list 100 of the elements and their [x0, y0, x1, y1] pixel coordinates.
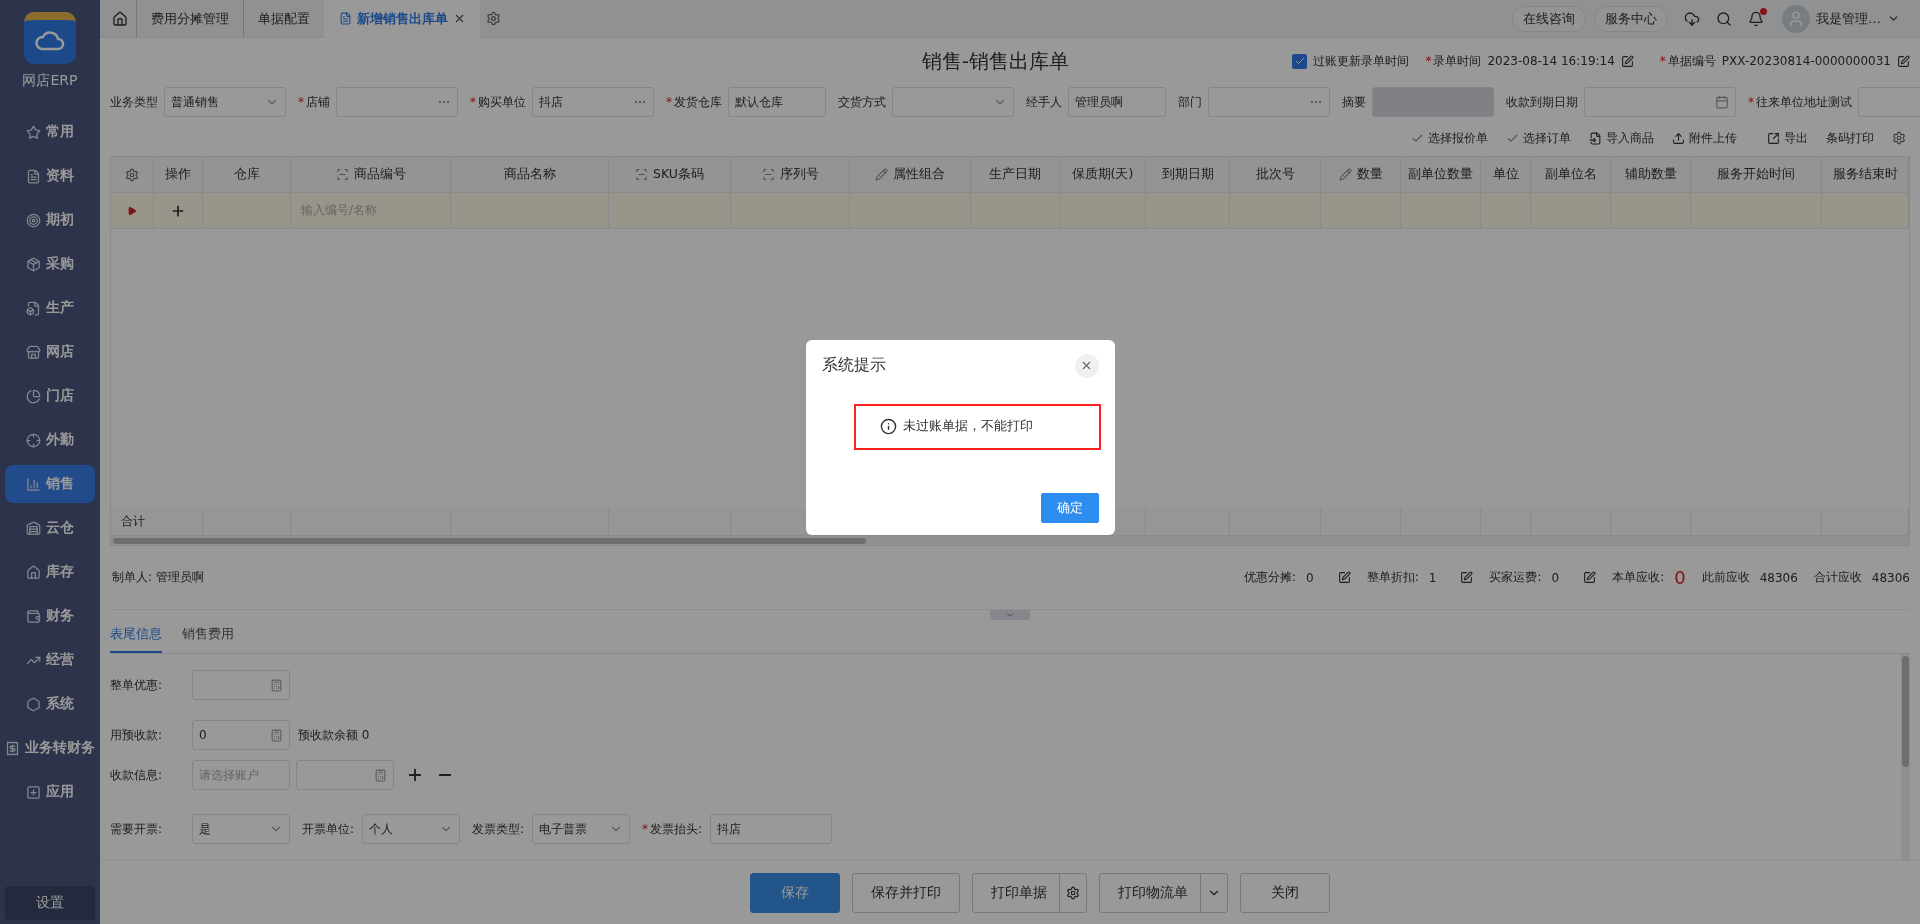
action-button[interactable]: 保存并打印 [852, 872, 960, 913]
summary-value: 0 [1551, 570, 1560, 585]
tab[interactable]: 新增销售出库单 [324, 0, 480, 38]
confirm-button[interactable]: 确定 [1040, 492, 1099, 523]
toolbar-button[interactable]: 导入商品 [1589, 129, 1654, 147]
toolbar-button[interactable]: 选择报价单 [1411, 129, 1488, 147]
column-header: 商品名称 [451, 157, 609, 192]
field-label: 收款信息: [110, 766, 164, 784]
cloud-download-icon[interactable] [1684, 10, 1700, 27]
collapse-handle[interactable] [990, 610, 1030, 620]
input-field[interactable] [1584, 87, 1736, 117]
sidebar-item[interactable]: 库存 [5, 553, 95, 591]
input-field[interactable] [892, 87, 1014, 117]
close-button[interactable] [1074, 353, 1099, 378]
toolbar-button[interactable]: 导出 [1767, 129, 1808, 147]
input-field[interactable]: 电子普票 [532, 814, 631, 844]
action-button[interactable]: 打印物流单 [1099, 872, 1228, 913]
user-name[interactable]: 我是管理… [1816, 9, 1881, 28]
toolbar-button[interactable]: 选择订单 [1506, 129, 1571, 147]
sidebar-item[interactable]: 门店 [5, 377, 95, 415]
settings-icon[interactable] [125, 167, 139, 182]
table-cell: 合计 [111, 508, 203, 535]
toolbar-button[interactable]: 附件上传 [1672, 129, 1737, 147]
tab[interactable]: 销售费用 [182, 625, 234, 653]
toolbar-button[interactable]: 条码打印 [1826, 129, 1874, 147]
sidebar-item[interactable]: 资料 [5, 157, 95, 195]
notification-bell[interactable] [1748, 10, 1764, 27]
sidebar-item[interactable]: 外勤 [5, 421, 95, 459]
header-link[interactable]: 在线咨询 [1512, 5, 1586, 32]
field-label: 经手人 [1026, 93, 1062, 111]
edit-icon[interactable] [1337, 571, 1351, 584]
sidebar-item[interactable]: 系统 [5, 685, 95, 723]
search-icon[interactable] [1716, 10, 1732, 27]
column-header: 服务结束时 [1822, 157, 1909, 192]
column-header: 批次号 [1230, 157, 1321, 192]
column-header: 到期日期 [1146, 157, 1230, 192]
checkbox[interactable] [1292, 53, 1308, 69]
sidebar-item[interactable]: 应用 [5, 773, 95, 811]
required-mark: * [298, 94, 304, 109]
close-icon[interactable] [453, 12, 466, 25]
input-field[interactable]: 管理员啊 [1068, 87, 1166, 117]
field-label: 业务类型 [110, 93, 158, 111]
menu-icon [26, 168, 41, 184]
summary-label: 此前应收 [1701, 569, 1750, 586]
input-field[interactable] [1208, 87, 1330, 117]
action-button[interactable]: 打印单据 [972, 872, 1087, 913]
settings-icon[interactable] [486, 11, 501, 26]
input-field[interactable] [296, 760, 394, 790]
input-field[interactable]: 默认仓库 [728, 87, 826, 117]
tab[interactable]: 费用分摊管理 [136, 0, 243, 38]
sidebar-item[interactable]: 采购 [5, 245, 95, 283]
upload-icon [1672, 131, 1685, 145]
scan-icon [635, 168, 648, 181]
required-mark: * [642, 821, 649, 836]
edit-icon[interactable] [1620, 54, 1634, 68]
tab[interactable]: 表尾信息 [110, 625, 162, 653]
settings-icon[interactable] [1892, 131, 1906, 145]
action-button[interactable]: 关闭 [1240, 872, 1330, 913]
field-label: 发票类型: [472, 820, 525, 838]
field-label: 需要开票: [110, 820, 164, 838]
input-field[interactable]: 是 [192, 814, 290, 844]
sidebar-item[interactable]: 销售 [5, 465, 95, 503]
sidebar-item[interactable]: 财务 [5, 597, 95, 635]
input-field[interactable]: 普通销售 [164, 87, 286, 117]
column-header: 副单位名 [1531, 157, 1611, 192]
vertical-scrollbar[interactable] [1901, 654, 1910, 860]
input-field[interactable]: 抖店 [710, 814, 833, 844]
edit-icon[interactable] [1460, 571, 1474, 584]
settings-button[interactable]: 设置 [5, 886, 95, 920]
add-icon[interactable] [406, 766, 424, 784]
settings-icon[interactable] [1066, 885, 1080, 900]
menu-icon [26, 608, 41, 624]
menu-icon [26, 784, 41, 800]
document-icon [339, 12, 352, 25]
input-field[interactable]: 0 [192, 720, 290, 750]
horizontal-scrollbar[interactable] [111, 536, 1909, 545]
action-button[interactable]: 保存 [750, 872, 840, 913]
summary-label: 优惠分摊: [1244, 569, 1297, 586]
home-icon[interactable] [112, 10, 128, 27]
field-label: 开票单位: [302, 820, 355, 838]
sidebar-item[interactable]: 期初 [5, 201, 95, 239]
input-field[interactable] [336, 87, 458, 117]
sidebar-item[interactable]: 经营 [5, 641, 95, 679]
pencil-icon [1338, 168, 1352, 181]
menu-icon [26, 124, 41, 140]
field-label: 整单优惠: [110, 676, 164, 694]
header-link[interactable]: 服务中心 [1594, 5, 1668, 32]
field-label: 摘要 [1342, 93, 1366, 111]
sidebar-item[interactable]: 业务转财务 [5, 729, 95, 767]
edit-icon[interactable] [1583, 571, 1597, 584]
input-field[interactable]: 个人 [362, 814, 461, 844]
sidebar-item[interactable]: 网店 [5, 333, 95, 371]
input-field[interactable]: 抖店 [532, 87, 654, 117]
balance-text: 预收款余额 0 [298, 726, 370, 744]
edit-icon[interactable] [1897, 54, 1910, 68]
menu-icon [26, 212, 41, 228]
sidebar-item[interactable]: 生产 [5, 289, 95, 327]
input-field[interactable] [192, 670, 290, 700]
sidebar-item[interactable]: 云仓 [5, 509, 95, 547]
sidebar-item[interactable]: 常用 [5, 113, 95, 151]
